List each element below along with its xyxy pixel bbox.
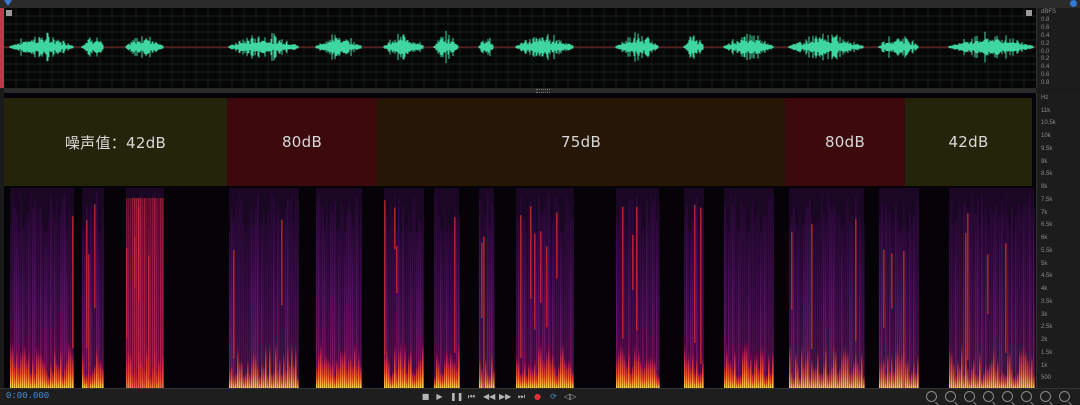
hud-toggle-icon[interactable] <box>1070 0 1077 7</box>
ruler-label: 6.5k <box>1041 222 1053 229</box>
ruler-label: 3.5k <box>1041 298 1053 305</box>
fast-forward-icon[interactable]: ▶▶ <box>499 391 511 402</box>
ruler-label: 0.6 <box>1041 24 1050 31</box>
waveform-display[interactable] <box>4 8 1036 88</box>
ruler-label: 0.4 <box>1041 32 1050 39</box>
ruler-label: 1.5k <box>1041 349 1053 356</box>
zoom-handle-left-icon[interactable] <box>6 10 12 16</box>
record-icon[interactable]: ● <box>532 391 543 402</box>
ruler-label: 1k <box>1041 362 1048 369</box>
ruler-label: 9.5k <box>1041 145 1053 152</box>
zoom-in-point-icon[interactable] <box>1002 391 1013 402</box>
noise-band-label: 80dB <box>281 133 323 151</box>
frequency-ruler: Hz 11k 10.5k 10k 9.5k 9k 8.5k 8k 7.5k 7k 6.5k 6k 5.5… <box>1036 93 1080 388</box>
zoom-out-amplitude-icon[interactable] <box>945 391 956 402</box>
ruler-label: 10k <box>1041 133 1051 140</box>
ruler-label: 0.2 <box>1041 40 1050 47</box>
amplitude-ruler: dBFS 0.8 0.6 0.4 0.2 0.0 0.2 0.4 0.6 0.8 <box>1036 8 1080 88</box>
noise-band: 75dB <box>377 98 785 186</box>
zoom-handle-right-icon[interactable] <box>1026 10 1032 16</box>
ruler-label: 11k <box>1041 107 1051 114</box>
rewind-icon[interactable]: ◀◀ <box>483 391 495 402</box>
ruler-label: 7k <box>1041 209 1048 216</box>
loop-icon[interactable]: ⟳ <box>548 391 559 402</box>
ruler-label: 10.5k <box>1041 120 1056 127</box>
noise-band-label: 噪声值：42dB <box>64 133 167 152</box>
noise-band-label: 75dB <box>560 133 602 151</box>
ruler-label: 8.5k <box>1041 171 1053 178</box>
ruler-label: 0.6 <box>1041 72 1050 79</box>
ruler-label: 0.2 <box>1041 56 1050 63</box>
pause-icon[interactable]: ❚❚ <box>450 391 463 402</box>
noise-band: 噪声值：42dB <box>4 98 227 186</box>
ruler-label: 3k <box>1041 311 1048 318</box>
noise-band-label: 42dB <box>948 133 989 151</box>
skip-selection-icon[interactable]: ◁▷ <box>564 391 576 402</box>
skip-to-start-icon[interactable]: ⏮ <box>466 391 477 402</box>
noise-band: 42dB <box>905 98 1032 186</box>
time-display: 0:00.000 <box>6 391 50 401</box>
skip-to-end-icon[interactable]: ⏭ <box>516 391 527 402</box>
ruler-label: 6k <box>1041 235 1048 242</box>
transport-bar: 0:00.000 ■ ▶ ❚❚ ⏮ ◀◀ ▶▶ ⏭ ● ⟳ ◁▷ <box>0 388 1080 404</box>
stop-icon[interactable]: ■ <box>420 391 431 402</box>
ruler-label: 5.5k <box>1041 247 1053 254</box>
play-icon[interactable]: ▶ <box>434 391 445 402</box>
ruler-label: Hz <box>1041 95 1049 101</box>
ruler-label: 0.8 <box>1041 80 1050 87</box>
zoom-in-time-icon[interactable] <box>964 391 975 402</box>
ruler-label: 9k <box>1041 158 1048 165</box>
noise-band: 80dB <box>785 98 905 186</box>
zoom-to-selection-icon[interactable] <box>1040 391 1051 402</box>
zoom-in-amplitude-icon[interactable] <box>926 391 937 402</box>
audio-editor: dBFS 0.8 0.6 0.4 0.2 0.0 0.2 0.4 0.6 0.8 Hz 11k 10.… <box>0 0 1080 404</box>
ruler-label: 4k <box>1041 286 1048 293</box>
playhead-marker-icon[interactable] <box>4 0 12 6</box>
ruler-label: 0.4 <box>1041 64 1050 71</box>
waveform-graph <box>4 8 1036 88</box>
ruler-label: 5k <box>1041 260 1048 267</box>
ruler-label: dBFS <box>1041 9 1057 15</box>
noise-band: 80dB <box>227 98 377 186</box>
ruler-label: 0.8 <box>1041 16 1050 23</box>
noise-band-label: 80dB <box>824 133 866 151</box>
zoom-out-full-icon[interactable] <box>1059 391 1070 402</box>
zoom-out-point-icon[interactable] <box>1021 391 1032 402</box>
ruler-label: 0.0 <box>1041 48 1050 55</box>
ruler-label: 2k <box>1041 337 1048 344</box>
zoom-out-time-icon[interactable] <box>983 391 994 402</box>
ruler-label: 2.5k <box>1041 324 1053 331</box>
ruler-label: 7.5k <box>1041 196 1053 203</box>
ruler-label: 500 <box>1041 375 1052 382</box>
ruler-label: 8k <box>1041 184 1048 191</box>
timeline-ruler[interactable] <box>0 0 1080 8</box>
ruler-label: 4.5k <box>1041 273 1053 280</box>
